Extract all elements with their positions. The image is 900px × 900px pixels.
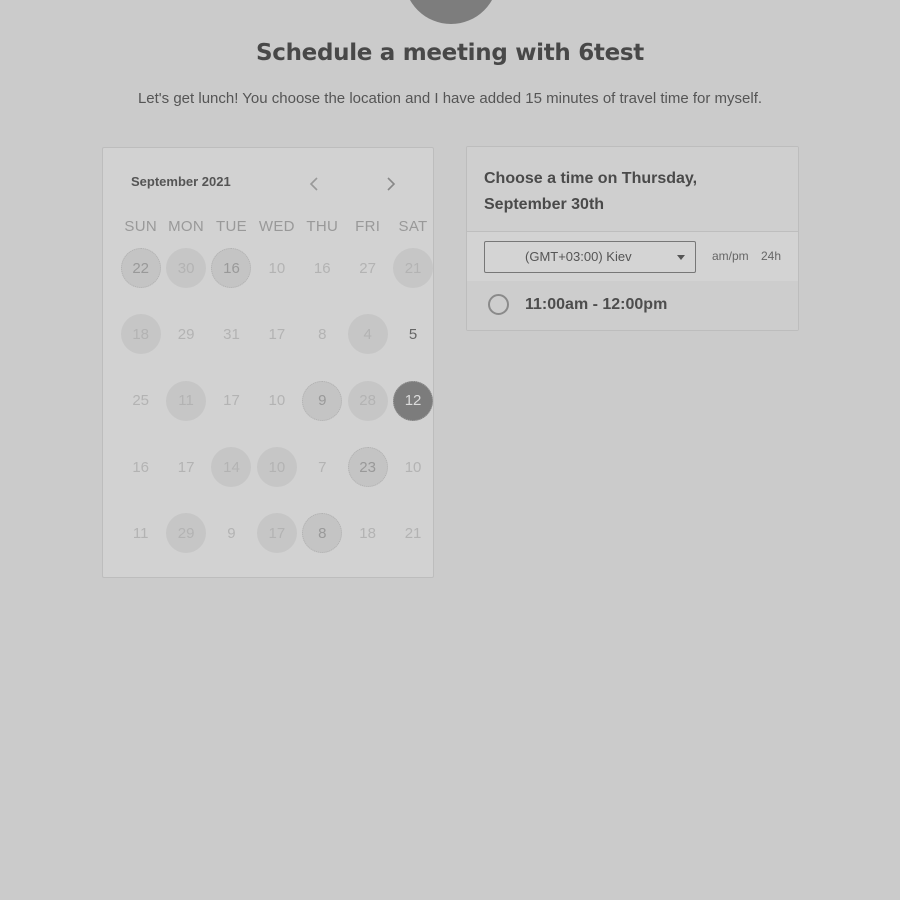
calendar-day-selected[interactable]: 12 xyxy=(393,380,433,421)
calendar-day: 25 xyxy=(132,392,150,410)
format-ampm-toggle[interactable]: am/pm xyxy=(712,249,749,263)
weekday-label: FRI xyxy=(355,218,381,235)
weekday-label: SUN xyxy=(124,218,157,235)
timezone-value: (GMT+03:00) Kiev xyxy=(525,249,632,264)
radio-button[interactable] xyxy=(488,294,509,315)
calendar-day: 8 xyxy=(318,325,327,343)
weekday-label: MON xyxy=(168,218,205,235)
calendar-day[interactable]: 16 xyxy=(211,248,252,289)
calendar-day[interactable]: 8 xyxy=(302,513,343,554)
month-label: September 2021 xyxy=(131,174,231,189)
calendar-week: 18 29 31 17 8 4 5 xyxy=(118,301,433,367)
time-panel-header: Choose a time on Thursday, September 30t… xyxy=(467,147,798,232)
calendar-day: 16 xyxy=(132,458,150,476)
calendar-day: 17 xyxy=(177,458,195,476)
calendar-week: 11 29 9 17 8 18 21 xyxy=(118,500,433,566)
time-slot-label: 11:00am - 12:00pm xyxy=(525,296,668,313)
calendar-panel: September 2021 SUN MON TUE WED THU FRI S… xyxy=(102,147,434,578)
calendar-day: 16 xyxy=(313,259,331,277)
calendar-day[interactable]: 14 xyxy=(211,447,252,488)
calendar-day: 31 xyxy=(223,325,240,343)
calendar-day[interactable]: 10 xyxy=(256,447,297,488)
calendar-day[interactable]: 23 xyxy=(347,447,388,488)
format-24h-toggle[interactable]: 24h xyxy=(761,249,781,263)
calendar-day: 21 xyxy=(404,524,422,542)
calendar-day: 10 xyxy=(268,392,286,410)
weekday-label: WED xyxy=(258,218,295,235)
timezone-select[interactable]: (GMT+03:00) Kiev xyxy=(484,241,696,273)
avatar xyxy=(404,0,498,24)
calendar-day[interactable]: 11 xyxy=(166,380,207,421)
weekday-label: SAT xyxy=(398,218,428,235)
calendar-day[interactable]: 22 xyxy=(120,248,161,289)
calendar-week: 22 30 16 10 16 27 21 xyxy=(118,235,433,301)
calendar-day: 17 xyxy=(223,392,240,410)
calendar-day[interactable]: 21 xyxy=(393,248,433,289)
calendar-day[interactable]: 30 xyxy=(166,248,207,289)
calendar-day: 29 xyxy=(177,325,195,343)
time-picker-panel: Choose a time on Thursday, September 30t… xyxy=(466,146,799,331)
calendar-grid: SUN MON TUE WED THU FRI SAT 22 30 16 10 … xyxy=(118,218,433,566)
calendar-day: 9 xyxy=(227,524,236,542)
calendar-day[interactable]: 29 xyxy=(166,513,207,554)
calendar-day[interactable]: 28 xyxy=(347,380,388,421)
calendar-day: 5 xyxy=(408,325,418,343)
calendar-day: 10 xyxy=(404,458,422,476)
calendar-week: 25 11 17 10 9 28 12 xyxy=(118,368,433,434)
time-slot[interactable]: 11:00am - 12:00pm xyxy=(467,281,798,330)
chevron-right-icon[interactable] xyxy=(378,172,402,196)
weekday-label: THU xyxy=(306,218,339,235)
calendar-day: 11 xyxy=(132,524,149,542)
calendar-day[interactable]: 17 xyxy=(256,513,297,554)
time-panel-title: Choose a time on Thursday, September 30t… xyxy=(484,170,698,213)
calendar-week: 16 17 14 10 7 23 10 xyxy=(118,434,433,500)
calendar-day[interactable]: 4 xyxy=(347,314,388,355)
calendar-day: 17 xyxy=(268,325,286,343)
dropdown-arrow-icon xyxy=(677,255,685,260)
weekday-label: TUE xyxy=(216,218,247,235)
weekday-header: SUN MON TUE WED THU FRI SAT xyxy=(118,218,433,235)
page-subtitle: Let's get lunch! You choose the location… xyxy=(137,90,763,107)
calendar-day[interactable]: 18 xyxy=(120,314,161,355)
calendar-day: 7 xyxy=(318,458,327,476)
calendar-day: 10 xyxy=(268,259,286,277)
calendar-day: 27 xyxy=(359,259,376,277)
page-title: Schedule a meeting with 6test xyxy=(255,40,644,66)
chevron-left-icon[interactable] xyxy=(303,172,327,196)
calendar-day: 18 xyxy=(359,524,376,542)
calendar-day[interactable]: 9 xyxy=(302,380,343,421)
